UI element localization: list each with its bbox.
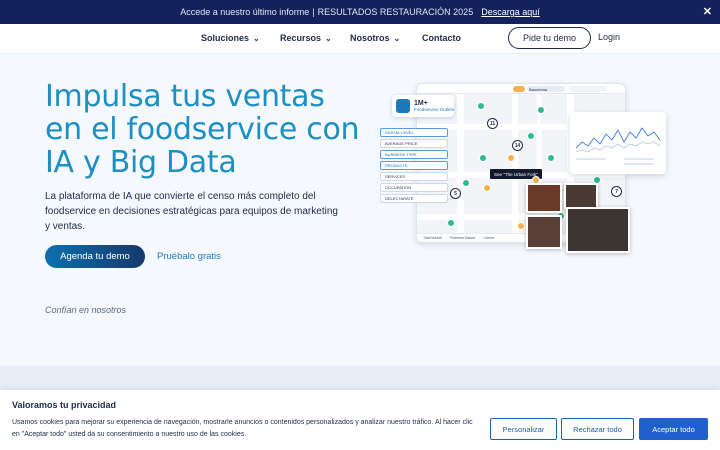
food-image [566,207,630,253]
food-image [526,215,562,249]
legend-total-market: Total Market [423,236,443,240]
schedule-demo-button[interactable]: Agenda tu demo [45,245,145,268]
filter-panel: DIGITAL LEVEL AVERAGE PRICE BUSINESS TYP… [380,128,448,205]
announcement-banner: Accede a nuestro último informe | RESULT… [0,0,720,24]
trusted-by-label: Confían en nosotros [45,305,127,315]
food-image [564,183,598,209]
trend-line-chart [575,127,661,165]
nav-item-label: Contacto [422,33,461,43]
venue-photos [526,183,638,253]
try-free-link[interactable]: Pruébalo gratis [157,251,221,262]
nav-item-soluciones[interactable]: Soluciones ⌄ [201,33,260,43]
demo-request-button[interactable]: Pide tu demo [508,27,591,49]
cluster-marker[interactable]: 11 [487,118,498,129]
filter-products[interactable]: PRODUCTS [380,161,448,170]
nav-item-label: Nosotros [350,33,390,43]
login-link[interactable]: Login [598,32,620,42]
cookie-title: Valoramos tu privacidad [12,400,117,410]
close-icon[interactable]: ✕ [703,5,712,18]
filter-business-type[interactable]: BUSINESS TYPE [380,150,448,159]
map-search-input[interactable] [569,86,607,92]
nav-item-label: Soluciones [201,33,250,43]
chevron-down-icon: ⌄ [393,33,401,43]
filter-occupation[interactable]: OCCUPATION [380,183,448,192]
banner-separator: | [312,7,315,17]
product-illustration: Barcelona See "The Urban Fork" 11 14 5 7… [380,80,670,255]
main-nav: Soluciones ⌄ Recursos ⌄ Nosotros ⌄ Conta… [0,24,720,54]
filter-average-price[interactable]: AVERAGE PRICE [380,139,448,148]
accept-all-button[interactable]: Aceptar todo [639,418,708,440]
cluster-marker[interactable]: 5 [450,188,461,199]
store-icon [396,99,410,113]
map-filter-chip[interactable] [513,86,525,92]
outlets-label: Foodservice Outlets [413,107,455,112]
banner-download-link[interactable]: Descarga aquí [481,7,540,17]
cookie-consent-bar: Valoramos tu privacidad Usamos cookies p… [0,390,720,450]
hero-subtitle: La plataforma de IA que convierte el cen… [45,191,338,232]
map-toolbar: Barcelona [417,84,625,94]
chevron-down-icon: ⌄ [325,33,332,43]
city-selector[interactable]: Barcelona [527,86,565,92]
customize-cookies-button[interactable]: Personalizar [490,418,557,440]
chevron-down-icon: ⌄ [253,33,260,43]
outlets-count: 1M+ [413,100,428,107]
nav-item-label: Recursos [280,33,322,43]
filter-services[interactable]: SERVICES [380,172,448,181]
filter-digital-level[interactable]: DIGITAL LEVEL [380,128,448,137]
cluster-marker[interactable]: 14 [512,140,523,151]
legend-clients: Clients [483,236,495,240]
banner-highlight: RESULTADOS RESTAURACIÓN 2025 [317,7,474,17]
reject-all-button[interactable]: Rechazar todo [561,418,634,440]
cookie-description: Usamos cookies para mejorar su experienc… [12,419,473,438]
food-image [526,183,562,213]
section-divider-band [0,366,720,392]
banner-text: Accede a nuestro último informe [180,7,310,17]
hero-title: Impulsa tus ventas en el foodservice con… [45,79,360,180]
trend-chart-card [570,112,666,174]
nav-item-recursos[interactable]: Recursos ⌄ [280,33,332,43]
filter-delectarate[interactable]: DELECTARATE [380,194,448,203]
outlets-stat-card: 1M+ Foodservice Outlets [392,95,454,117]
nav-item-contacto[interactable]: Contacto [422,33,461,43]
nav-item-nosotros[interactable]: Nosotros ⌄ [350,33,400,43]
legend-potential-market: Potential Market [450,236,476,240]
